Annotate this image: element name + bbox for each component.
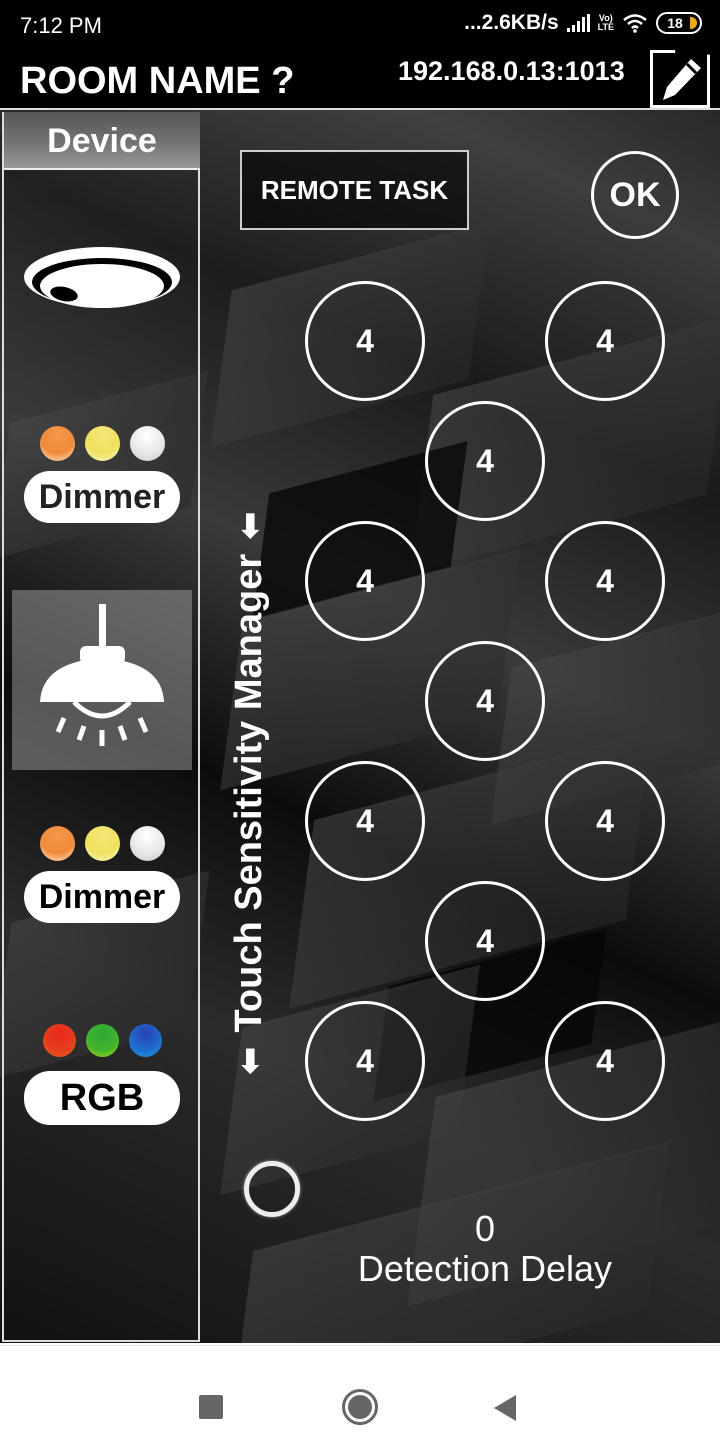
volte-icon: Vo) LTE [598, 14, 614, 32]
dimmer-label: Dimmer [24, 471, 180, 523]
detection-delay-value[interactable]: 0 [200, 1208, 720, 1250]
ceiling-sensor-icon [24, 247, 180, 308]
green-dot [85, 1024, 119, 1057]
blue-dot [128, 1024, 162, 1057]
device-item-pendant-light[interactable] [12, 590, 192, 770]
yellow-dot [84, 826, 120, 861]
orange-dot [39, 826, 75, 861]
yellow-dot [84, 426, 120, 461]
status-bar: 7:12 PM ...2.6KB/s Vo) LTE 18 [0, 0, 720, 50]
room-name[interactable]: ROOM NAME ? [20, 60, 294, 103]
white-dot [129, 426, 165, 461]
signal-icon [566, 14, 590, 32]
sensor-button[interactable]: 4 [425, 401, 545, 521]
sidebar-title: Device [4, 112, 200, 170]
device-item-rgb[interactable]: RGB [4, 1024, 200, 1125]
sensor-button[interactable]: 4 [425, 641, 545, 761]
touch-sensitivity-manager-label: ⬅ Touch Sensitivity Manager ⬅ [228, 330, 271, 1075]
sensor-button[interactable]: 4 [305, 521, 425, 641]
device-item-ceiling-sensor[interactable] [4, 242, 200, 327]
volte-bottom-text: LTE [597, 22, 614, 32]
device-item-dimmer-1[interactable]: Dimmer [4, 426, 200, 523]
battery-level: 18 [667, 15, 683, 31]
arrow-left-icon: ⬅ [230, 1046, 269, 1076]
orange-dot [39, 426, 75, 461]
red-dot [42, 1024, 76, 1057]
sensor-button[interactable]: 4 [305, 281, 425, 401]
wifi-icon [623, 14, 647, 33]
arrow-left-icon: ⬅ [230, 511, 269, 540]
sensor-button[interactable]: 4 [545, 761, 665, 881]
ok-button[interactable]: OK [591, 151, 679, 239]
sensor-button[interactable]: 4 [545, 1001, 665, 1121]
rgb-label: RGB [24, 1071, 180, 1125]
navigation-bar [0, 1345, 720, 1440]
recents-icon[interactable] [199, 1395, 223, 1419]
sensor-button[interactable]: 4 [545, 521, 665, 641]
header: ROOM NAME ? 192.168.0.13:1013 [0, 50, 720, 110]
remote-task-button[interactable]: REMOTE TASK [240, 150, 469, 230]
sensor-button[interactable]: 4 [305, 1001, 425, 1121]
vertical-label-text: Touch Sensitivity Manager [228, 553, 270, 1033]
dimmer-label: Dimmer [24, 871, 180, 923]
status-time: 7:12 PM [20, 13, 102, 38]
battery-icon: 18 [656, 12, 702, 34]
white-dot [129, 826, 165, 861]
ip-address: 192.168.0.13:1013 [398, 56, 625, 86]
back-icon[interactable] [494, 1395, 516, 1421]
pencil-icon [663, 59, 701, 100]
sensor-button[interactable]: 4 [545, 281, 665, 401]
pendant-lamp-icon [40, 604, 164, 746]
sensor-button[interactable]: 4 [305, 761, 425, 881]
color-dots [4, 1024, 200, 1057]
network-speed: ...2.6KB/s [464, 11, 559, 34]
color-dots [4, 826, 200, 861]
color-dots [4, 426, 200, 461]
detection-delay-label: Detection Delay [357, 1248, 613, 1289]
device-sidebar: Device Dimmer Dimmer RGB [2, 112, 200, 1342]
edit-button[interactable] [650, 50, 710, 108]
device-item-dimmer-2[interactable]: Dimmer [4, 826, 200, 923]
app-screen: 7:12 PM ...2.6KB/s Vo) LTE 18 ROOM NAME … [0, 0, 720, 1343]
status-indicators: ...2.6KB/s Vo) LTE 18 [464, 11, 702, 35]
home-icon[interactable] [342, 1389, 378, 1425]
sensor-button[interactable]: 4 [425, 881, 545, 1001]
